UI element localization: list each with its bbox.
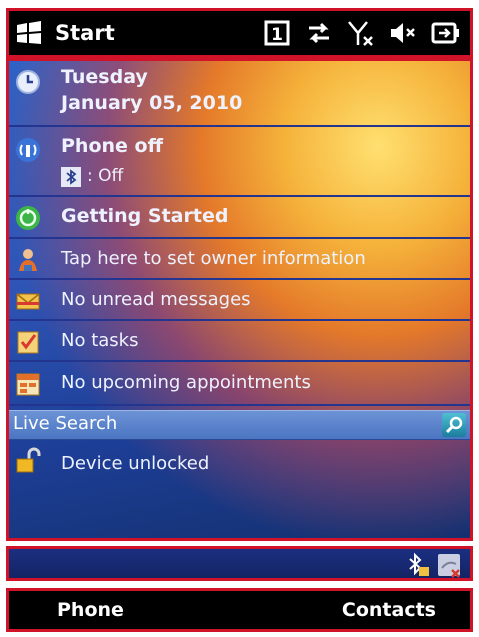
start-button[interactable]: Start — [55, 21, 115, 45]
clock-icon — [15, 69, 41, 95]
live-search-label: Live Search — [13, 413, 118, 434]
device-lock-label: Device unlocked — [61, 453, 210, 474]
device-lock-item[interactable]: Device unlocked — [9, 441, 470, 486]
appointments-item[interactable]: No upcoming appointments — [9, 362, 470, 406]
owner-info-label: Tap here to set owner information — [61, 248, 366, 269]
phone-status-label: Phone off — [61, 135, 163, 157]
data-connection-icon[interactable] — [304, 18, 334, 48]
volume-muted-icon[interactable] — [388, 18, 418, 48]
owner-info-item[interactable]: Tap here to set owner information — [9, 239, 470, 280]
bluetooth-icon — [61, 167, 81, 187]
title-bar: Start 1 — [6, 8, 473, 58]
messages-label: No unread messages — [61, 289, 251, 310]
windows-start-icon[interactable] — [15, 20, 43, 46]
appointments-label: No upcoming appointments — [61, 372, 311, 393]
line-1-icon[interactable]: 1 — [262, 18, 292, 48]
line-number-text: 1 — [271, 25, 283, 45]
calendar-icon — [15, 371, 41, 397]
wifi-off-icon[interactable] — [436, 552, 462, 582]
no-signal-icon[interactable] — [346, 18, 376, 48]
getting-started-label: Getting Started — [61, 205, 229, 227]
search-icon[interactable] — [442, 413, 466, 437]
unlocked-padlock-icon — [15, 447, 41, 473]
owner-icon — [15, 247, 41, 273]
tasks-item[interactable]: No tasks — [9, 321, 470, 362]
tasks-icon — [15, 329, 41, 355]
softkey-bar: Phone Contacts — [6, 588, 473, 632]
battery-icon[interactable] — [430, 18, 460, 48]
phone-item[interactable]: Phone off : Off — [9, 127, 470, 197]
tasks-label: No tasks — [61, 330, 139, 351]
getting-started-icon — [15, 205, 41, 231]
bluetooth-status-icon[interactable] — [404, 552, 430, 582]
messages-item[interactable]: No unread messages — [9, 280, 470, 321]
phone-softkey[interactable]: Phone — [57, 599, 124, 621]
contacts-softkey[interactable]: Contacts — [342, 599, 436, 621]
getting-started-item[interactable]: Getting Started — [9, 197, 470, 239]
status-icons: 1 — [262, 18, 460, 48]
date-item[interactable]: Tuesday January 05, 2010 — [9, 61, 470, 127]
today-screen: Tuesday January 05, 2010 Phone off : Off — [6, 58, 473, 541]
notification-bar — [6, 546, 473, 581]
date-label: January 05, 2010 — [61, 92, 243, 114]
envelope-icon — [15, 288, 41, 314]
bluetooth-status-label: : Off — [87, 166, 124, 186]
live-search-bar[interactable]: Live Search — [9, 410, 470, 440]
wireless-manager-icon — [15, 137, 41, 163]
day-label: Tuesday — [61, 66, 148, 88]
